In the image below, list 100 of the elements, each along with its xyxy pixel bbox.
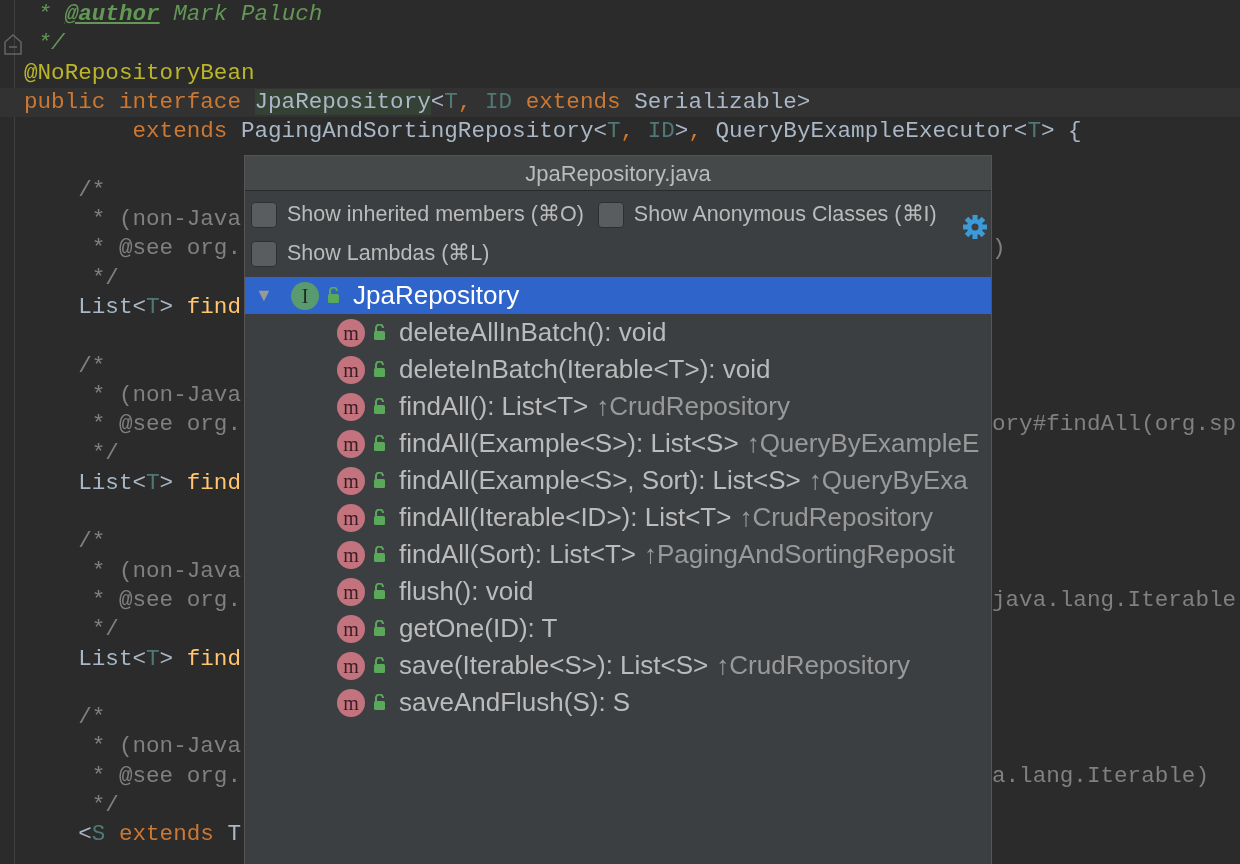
code-text: List< <box>77 645 147 672</box>
inherited-from: ↑CrudRepository <box>596 390 790 423</box>
lock-icon <box>373 509 387 526</box>
code-text: T <box>146 469 160 496</box>
tree-item[interactable]: m findAll(Iterable<ID>): List<T> ↑CrudRepository <box>245 499 991 536</box>
tree-item[interactable]: m save(Iterable<S>): List<S> ↑CrudRepository <box>245 647 991 684</box>
checkbox[interactable] <box>597 201 624 228</box>
code-text: < <box>77 821 92 848</box>
tree-item[interactable]: m deleteInBatch(Iterable<T>): void <box>245 351 991 388</box>
lock-icon <box>373 694 387 711</box>
lock-icon <box>373 324 387 341</box>
code-text: * (non-Java <box>90 733 241 760</box>
code-text: /* <box>77 176 106 203</box>
code-text: > <box>159 469 175 496</box>
code-text: < <box>430 88 445 115</box>
code-text: * (non-Java <box>90 557 241 584</box>
code-text: ory#findAll(org.sp <box>992 410 1237 440</box>
code-text: > <box>159 293 175 320</box>
code-text: */ <box>90 264 119 291</box>
lock-icon <box>373 657 387 674</box>
lock-icon <box>373 583 387 600</box>
code-text: */ <box>36 30 65 57</box>
code-text: > <box>159 645 175 672</box>
code-text: S <box>91 821 106 848</box>
code-text: find <box>186 293 241 320</box>
code-text: * <box>36 1 53 27</box>
code-text: ID <box>647 118 675 145</box>
type-badge: m <box>337 540 365 569</box>
lock-icon <box>373 361 387 378</box>
inherited-from: ↑QueryByExa <box>808 464 968 497</box>
code-text: T <box>146 645 160 672</box>
type-badge: m <box>337 651 365 680</box>
code-text: extends <box>524 88 622 115</box>
code-text: * @see org. <box>90 411 241 438</box>
code-text: Serializable> <box>634 88 811 115</box>
code-text: T <box>1027 118 1041 145</box>
code-text: * @see org. <box>90 586 241 613</box>
type-badge: m <box>337 318 365 347</box>
code-text: * (non-Java <box>90 206 241 233</box>
code-text: find <box>186 469 241 496</box>
code-text: * @see org. <box>90 235 241 262</box>
inherited-from: ↑CrudRepository <box>739 501 934 534</box>
fold-icon[interactable] <box>3 33 23 56</box>
code-text: /* <box>77 352 106 379</box>
tree-item[interactable]: m deleteAllInBatch(): void <box>245 314 991 351</box>
code-text: ID <box>485 88 513 115</box>
code-text: T <box>146 293 160 320</box>
code-text: */ <box>90 792 119 818</box>
code-text: @NoRepositoryBean <box>24 59 255 86</box>
inherited-from: ↑CrudRepository <box>716 649 910 682</box>
type-badge: m <box>337 503 365 532</box>
type-badge: m <box>337 392 365 421</box>
code-text: extends <box>117 821 215 848</box>
code-text: * @see org. <box>90 762 241 789</box>
tree-item[interactable]: m findAll(): List<T> ↑CrudRepository <box>245 388 991 425</box>
code-text: /* <box>77 528 106 555</box>
tree-item[interactable]: m findAll(Sort): List<T> ↑PagingAndSortingReposit <box>245 536 991 573</box>
tree-item[interactable]: m findAll(Example<S>): List<S> ↑QueryByExampleE <box>245 425 991 462</box>
code-text: , <box>457 88 473 115</box>
lock-icon <box>373 435 387 452</box>
code-text: JpaRepository <box>254 88 431 115</box>
inherited-from: ↑QueryByExampleE <box>746 427 980 460</box>
code-text: , <box>620 118 636 145</box>
code-text: /* <box>77 704 106 731</box>
popup-title: JpaRepository.java <box>245 156 991 191</box>
type-badge: m <box>337 688 365 717</box>
type-badge: I <box>291 281 319 310</box>
settings-icon[interactable] <box>961 213 989 241</box>
tree-item[interactable]: m getOne(ID): T <box>245 610 991 647</box>
code-text: ) <box>992 234 1006 264</box>
code-text: extends <box>131 118 229 145</box>
code-text: QueryByExampleExecutor< <box>715 118 1028 145</box>
lock-icon <box>373 472 387 489</box>
checkbox[interactable] <box>251 201 277 228</box>
code-text: java.lang.Iterable <box>992 585 1237 615</box>
checkbox[interactable] <box>251 240 277 267</box>
type-badge: m <box>337 614 365 643</box>
code-text: */ <box>90 616 119 643</box>
tree-item[interactable]: m findAll(Example<S>, Sort): List<S> ↑QueryByExa <box>245 462 991 499</box>
tree-item[interactable]: m flush(): void <box>245 573 991 610</box>
tree-item[interactable]: ▼ I JpaRepository <box>245 277 991 314</box>
code-text: a.lang.Iterable) <box>992 761 1209 791</box>
code-text: T <box>227 821 241 848</box>
tree-item[interactable]: m saveAndFlush(S): S <box>245 684 991 721</box>
code-text: public interface <box>24 88 242 115</box>
code-text: Mark Paluch <box>172 1 323 27</box>
option-label[interactable]: Show Anonymous Classes (⌘I) <box>633 198 937 231</box>
type-badge: m <box>337 355 365 384</box>
lock-icon <box>373 546 387 563</box>
type-badge: m <box>337 429 365 458</box>
code-text: List< <box>77 293 147 320</box>
code-text: * (non-Java <box>90 381 241 408</box>
lock-icon <box>373 398 387 415</box>
code-text: , <box>688 118 703 145</box>
code-text: */ <box>90 440 119 467</box>
code-text: > { <box>1040 118 1082 145</box>
option-label[interactable]: Show Lambdas (⌘L) <box>287 237 490 270</box>
type-badge: m <box>337 577 365 606</box>
option-label[interactable]: Show inherited members (⌘O) <box>287 198 584 231</box>
code-text: T <box>444 88 458 115</box>
